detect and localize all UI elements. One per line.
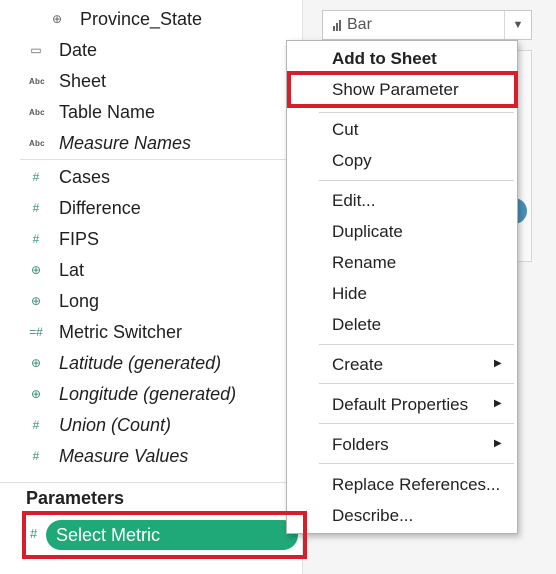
abc-icon: Abc — [29, 107, 45, 117]
field-difference[interactable]: # Difference — [29, 193, 141, 223]
globe-icon: ⊕ — [30, 387, 42, 401]
field-label: Measure Values — [59, 445, 189, 466]
submenu-arrow-icon: ▶ — [494, 438, 502, 449]
field-label: Difference — [59, 197, 141, 218]
context-menu: Add to Sheet Show Parameter Cut Copy Edi… — [286, 40, 518, 534]
parameter-label: Select Metric — [56, 524, 161, 545]
menu-item-duplicate[interactable]: Duplicate — [332, 219, 403, 245]
menu-item-folders[interactable]: Folders — [332, 432, 389, 458]
parameters-divider — [0, 482, 302, 483]
menu-item-edit[interactable]: Edit... — [332, 188, 375, 214]
hash-icon: # — [32, 449, 40, 463]
mark-type-dropdown[interactable]: Bar ▼ — [322, 10, 532, 40]
menu-item-create[interactable]: Create — [332, 352, 383, 378]
menu-separator — [319, 423, 514, 424]
menu-separator — [319, 180, 514, 181]
field-date[interactable]: ▭ Date — [29, 35, 97, 65]
menu-separator — [319, 344, 514, 345]
field-label: Sheet — [59, 70, 107, 91]
submenu-arrow-icon: ▶ — [494, 398, 502, 409]
field-fips[interactable]: # FIPS — [29, 224, 99, 254]
field-metric-switcher[interactable]: =# Metric Switcher — [29, 317, 182, 347]
field-sheet[interactable]: Abc Sheet — [29, 66, 106, 96]
globe-icon: ⊕ — [30, 294, 42, 308]
parameter-select-metric[interactable]: Select Metric — [46, 520, 298, 550]
field-label: Cases — [59, 166, 111, 187]
field-label: Date — [59, 39, 98, 60]
menu-item-cut[interactable]: Cut — [332, 117, 358, 143]
field-latitude-generated[interactable]: ⊕ Latitude (generated) — [29, 348, 221, 378]
menu-separator — [319, 463, 514, 464]
menu-separator — [319, 112, 514, 113]
field-province-state[interactable]: ⊕ Province_State — [50, 4, 202, 34]
field-cases[interactable]: # Cases — [29, 162, 110, 192]
data-pane: ⊕ Province_State ▭ Date Abc Sheet Abc Ta… — [0, 0, 302, 574]
field-label: Lat — [59, 259, 85, 280]
field-label: Union (Count) — [59, 414, 172, 435]
menu-item-describe[interactable]: Describe... — [332, 503, 413, 529]
menu-item-default-properties[interactable]: Default Properties — [332, 392, 468, 418]
menu-item-copy[interactable]: Copy — [332, 148, 372, 174]
field-union-count[interactable]: # Union (Count) — [29, 410, 171, 440]
abc-icon: Abc — [29, 138, 45, 148]
globe-icon: ⊕ — [51, 12, 63, 26]
menu-item-delete[interactable]: Delete — [332, 312, 381, 338]
field-long[interactable]: ⊕ Long — [29, 286, 99, 316]
field-lat[interactable]: ⊕ Lat — [29, 255, 84, 285]
chevron-down-icon[interactable]: ▼ — [504, 11, 531, 39]
field-label: FIPS — [59, 228, 100, 249]
mark-type-value: Bar — [347, 16, 372, 33]
dimension-measure-divider — [20, 159, 302, 160]
menu-item-rename[interactable]: Rename — [332, 250, 396, 276]
globe-icon: ⊕ — [30, 356, 42, 370]
marks-card-edge — [517, 50, 532, 262]
field-label: Metric Switcher — [59, 321, 183, 342]
menu-separator — [319, 383, 514, 384]
menu-item-add-to-sheet[interactable]: Add to Sheet — [332, 46, 437, 72]
field-label: Latitude (generated) — [59, 352, 222, 373]
parameters-header: Parameters — [26, 488, 125, 508]
field-label: Long — [59, 290, 100, 311]
field-table-name[interactable]: Abc Table Name — [29, 97, 155, 127]
field-measure-values[interactable]: # Measure Values — [29, 441, 189, 471]
hash-icon: # — [32, 418, 40, 432]
field-label: Table Name — [59, 101, 156, 122]
hash-icon: # — [32, 232, 40, 246]
field-label: Measure Names — [59, 132, 192, 153]
menu-item-replace-references[interactable]: Replace References... — [332, 472, 500, 498]
field-label: Longitude (generated) — [59, 383, 237, 404]
submenu-arrow-icon: ▶ — [494, 358, 502, 369]
menu-item-show-parameter[interactable]: Show Parameter — [332, 77, 459, 103]
bar-chart-icon — [333, 19, 341, 31]
field-label: Province_State — [80, 8, 203, 29]
calculated-hash-icon: =# — [29, 325, 43, 339]
hash-icon: # — [32, 201, 40, 215]
calendar-icon: ▭ — [30, 43, 42, 57]
globe-icon: ⊕ — [30, 263, 42, 277]
hash-icon: # — [30, 526, 38, 541]
abc-icon: Abc — [29, 76, 45, 86]
field-longitude-generated[interactable]: ⊕ Longitude (generated) — [29, 379, 236, 409]
hash-icon: # — [32, 170, 40, 184]
menu-item-hide[interactable]: Hide — [332, 281, 367, 307]
field-measure-names[interactable]: Abc Measure Names — [29, 128, 191, 158]
